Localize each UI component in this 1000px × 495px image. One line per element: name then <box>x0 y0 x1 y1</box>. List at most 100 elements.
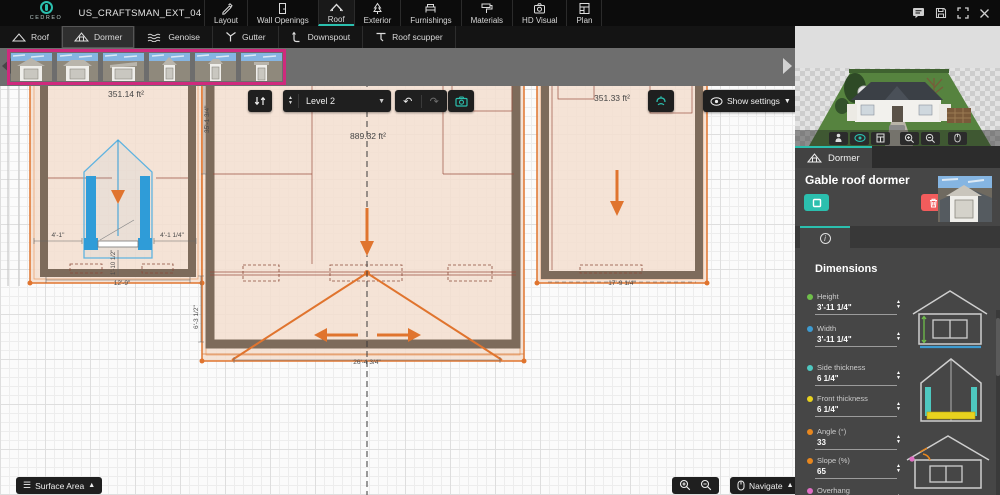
roof-outline-icon <box>12 32 26 43</box>
tab-label: Materials <box>471 16 503 25</box>
roof-tool-button[interactable] <box>648 90 674 112</box>
tab-furnishings[interactable]: Furnishings <box>400 0 460 26</box>
dim-label: 6'-3 1/2" <box>193 305 200 329</box>
field-value[interactable]: 3'-11 1/4" <box>817 335 899 344</box>
field-value[interactable]: 6 1/4" <box>817 374 899 383</box>
ribbon-label: Dormer <box>94 32 122 42</box>
dormer-thumbnail-shed[interactable] <box>103 53 144 81</box>
roof-icon <box>329 1 344 14</box>
show-settings-label: Show settings <box>727 96 780 106</box>
field-value[interactable]: 3'-11 1/4" <box>817 303 899 312</box>
tab-plan[interactable]: Plan <box>566 0 602 26</box>
angle-stepper[interactable]: ▲▼ <box>896 435 901 445</box>
navigate-button[interactable]: Navigate ▲ <box>730 477 801 494</box>
trash-icon <box>929 198 938 208</box>
save-icon[interactable] <box>935 7 947 19</box>
right-roof-section[interactable] <box>537 86 707 283</box>
tab-layout[interactable]: Layout <box>204 0 247 26</box>
dim-label: 1'-10 1/2" <box>111 250 117 275</box>
ribbon-item-roof-scupper[interactable]: Roof scupper <box>363 26 456 48</box>
field-label: Slope (%) <box>817 456 850 465</box>
mouse-icon <box>954 133 961 143</box>
level-selector[interactable]: ▲▼ Level 2 ▼ <box>283 90 391 112</box>
feedback-icon[interactable] <box>912 7 925 19</box>
strip-scroll-right-icon[interactable] <box>783 58 792 74</box>
width-stepper[interactable]: ▲▼ <box>896 332 901 342</box>
show-settings-button[interactable]: Show settings ▼ <box>703 90 798 112</box>
slope-color-dot <box>807 458 813 464</box>
dormer-type-thumbnail[interactable] <box>938 176 992 222</box>
field-height: Height 3'-11 1/4" ▲▼ <box>807 292 899 315</box>
field-value[interactable]: 6 1/4" <box>817 405 899 414</box>
field-value[interactable]: 33 <box>817 438 899 447</box>
center-roof-section[interactable] <box>202 86 524 361</box>
dormer-thumbnail-narrow-hip[interactable] <box>195 53 236 81</box>
tab-label: HD Visual <box>522 16 557 25</box>
undo-button[interactable]: ↶ <box>395 95 422 108</box>
preview-zoom-out-button[interactable] <box>921 132 940 145</box>
swap-arrows-icon <box>254 95 266 107</box>
preview-navigate-button[interactable] <box>948 132 967 145</box>
3d-preview[interactable] <box>795 26 1000 146</box>
field-side-thickness: Side thickness 6 1/4" ▲▼ <box>807 363 899 386</box>
slope-stepper[interactable]: ▲▼ <box>896 464 901 474</box>
field-front-thickness: Front thickness 6 1/4" ▲▼ <box>807 394 899 417</box>
floor-plan[interactable]: 351.14 ft² 889.32 ft² 351.33 ft² 4'-1" 4… <box>0 86 795 495</box>
plan-document-icon <box>578 2 591 15</box>
tab-materials[interactable]: Materials <box>461 0 512 26</box>
ribbon-item-dormer[interactable]: Dormer <box>62 26 135 48</box>
dormer-thumbnail-flat[interactable] <box>241 53 282 81</box>
swap-view-button[interactable] <box>248 90 272 112</box>
level-stepper[interactable]: ▲▼ <box>283 94 299 108</box>
field-label: Front thickness <box>817 394 868 403</box>
plan-canvas[interactable]: 351.14 ft² 889.32 ft² 351.33 ft² 4'-1" 4… <box>0 86 795 495</box>
dim-label: 12'-9" <box>114 280 131 287</box>
ribbon-label: Roof <box>31 32 49 42</box>
side-thickness-color-dot <box>807 365 813 371</box>
ribbon-item-genoise[interactable]: Genoise <box>135 26 213 48</box>
side-thickness-stepper[interactable]: ▲▼ <box>896 371 901 381</box>
ribbon-item-downspout[interactable]: Downspout <box>279 26 364 48</box>
angle-color-dot <box>807 429 813 435</box>
dormer-thumbnail-gable[interactable] <box>11 53 52 81</box>
cedreo-logo-text: CEDREO <box>26 15 66 21</box>
tab-exterior[interactable]: Exterior <box>354 0 401 26</box>
height-stepper[interactable]: ▲▼ <box>896 300 901 310</box>
redo-button[interactable]: ↷ <box>422 95 448 108</box>
front-thickness-color-dot <box>807 396 813 402</box>
height-width-diagram <box>911 288 991 355</box>
close-icon[interactable] <box>979 8 990 19</box>
preview-zoom-in-button[interactable] <box>900 132 919 145</box>
zoom-in-button[interactable] <box>679 479 691 493</box>
zoom-out-button[interactable] <box>700 479 712 493</box>
ribbon-item-roof[interactable]: Roof <box>0 26 62 48</box>
aerial-view-button[interactable] <box>850 132 869 145</box>
zoom-in-icon <box>904 133 915 144</box>
tab-wall-openings[interactable]: Wall Openings <box>247 0 318 26</box>
replace-dormer-button[interactable] <box>804 194 829 211</box>
front-thickness-stepper[interactable]: ▲▼ <box>896 402 901 412</box>
surface-area-button[interactable]: ☰ Surface Area ▲ <box>16 477 102 494</box>
snapshot-tool-button[interactable] <box>448 90 474 112</box>
tab-hd-visual[interactable]: HD Visual <box>512 0 566 26</box>
field-value[interactable]: 65 <box>817 467 899 476</box>
thickness-diagram <box>915 356 987 429</box>
field-label: Width <box>817 324 836 333</box>
tab-dormer-panel[interactable]: Dormer <box>795 146 872 168</box>
fullscreen-icon[interactable] <box>957 7 969 19</box>
tab-roof[interactable]: Roof <box>318 0 354 26</box>
angle-slope-diagram <box>903 430 993 495</box>
tab-info[interactable]: i <box>800 226 850 248</box>
furniture-icon <box>424 2 437 15</box>
plan-view-button[interactable] <box>871 132 890 145</box>
dim-label: 35'-1 3/4" <box>204 105 211 133</box>
ribbon-item-gutter[interactable]: Gutter <box>213 26 279 48</box>
dormer-thumbnail-hip[interactable] <box>57 53 98 81</box>
dormer-thumbnail-narrow-gable[interactable] <box>149 53 190 81</box>
navigate-label: Navigate <box>749 481 783 491</box>
walkthrough-button[interactable] <box>829 132 848 145</box>
dim-label: 17'-9 1/4" <box>608 280 636 287</box>
chevron-up-icon: ▲ <box>787 482 794 489</box>
panel-scrollbar[interactable] <box>996 310 1000 495</box>
panel-tab-bar: Dormer <box>795 146 1000 168</box>
